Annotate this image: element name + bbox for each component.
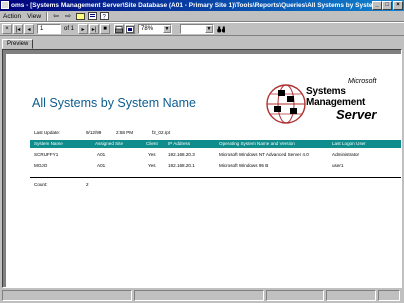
column-header-last-logon: Last Logon User	[332, 141, 366, 146]
cell-last-logon: user1	[332, 163, 344, 168]
chevron-down-icon[interactable]: ▼	[163, 25, 172, 33]
status-pane	[2, 290, 132, 301]
report-filename: f2_02.rpt	[152, 130, 171, 135]
column-header-system-name: System Name	[34, 141, 63, 146]
search-select[interactable]: ▼	[180, 24, 215, 34]
previous-page-icon[interactable]: ◂	[24, 24, 34, 34]
menu-action[interactable]: Action	[0, 11, 24, 22]
next-page-icon[interactable]: ▸	[78, 24, 89, 34]
cell-ip-address: 192.168.20.3	[168, 152, 195, 157]
help-icon[interactable]: ?	[99, 12, 109, 21]
menu-bar: Action View ⇦ ⇨ ?	[0, 11, 404, 22]
forward-arrow-icon[interactable]: ⇨	[63, 12, 73, 21]
globe-logo-icon	[266, 84, 306, 124]
zoom-value: 78%	[141, 26, 154, 32]
up-folder-icon[interactable]	[75, 12, 85, 21]
window-controls: _ □ ×	[372, 1, 403, 10]
sms-logo: Microsoft Systems Management Server	[262, 78, 400, 130]
export-icon[interactable]	[125, 24, 136, 34]
table-row: MOJO A01 Yes 192.168.20.1 Microsoft Wind…	[30, 161, 401, 171]
page-number-input[interactable]: 1	[37, 24, 61, 34]
last-update-label: Last Update:	[34, 130, 61, 135]
cell-system-name: SCRUFFY1	[34, 152, 59, 157]
column-header-assigned-site: Assigned Site	[95, 141, 124, 146]
cell-assigned-site: A01	[97, 152, 106, 157]
status-pane	[378, 290, 400, 301]
window-title: oms - [Systems Management Server\Site Da…	[11, 2, 373, 9]
column-header-client: Client	[146, 141, 158, 146]
print-icon[interactable]	[114, 24, 125, 34]
cell-ip-address: 192.168.20.1	[168, 163, 195, 168]
report-toolbar: × |◂ ◂ 1 of 1 ▸ ▸| ■ 78% ▼ ▼	[0, 22, 404, 36]
count-label: Count:	[34, 182, 48, 187]
report-title: All Systems by System Name	[32, 96, 196, 110]
chevron-down-icon[interactable]: ▼	[205, 25, 214, 33]
status-pane	[326, 290, 376, 301]
menu-view[interactable]: View	[24, 11, 44, 22]
logo-microsoft: Microsoft	[348, 78, 377, 85]
app-icon[interactable]	[1, 1, 9, 9]
stop-icon[interactable]: ■	[100, 24, 111, 34]
title-bar: oms - [Systems Management Server\Site Da…	[0, 0, 404, 11]
report-page: All Systems by System Name Microsoft Sys…	[6, 54, 401, 287]
cell-assigned-site: A01	[97, 163, 106, 168]
cell-client: Yes	[148, 152, 156, 157]
last-update-time: 2:58 PM	[116, 130, 134, 135]
zoom-select[interactable]: 78% ▼	[138, 24, 173, 34]
status-pane	[134, 290, 264, 301]
report-viewport[interactable]: All Systems by System Name Microsoft Sys…	[2, 49, 402, 288]
status-pane	[266, 290, 324, 301]
first-page-icon[interactable]: |◂	[13, 24, 23, 34]
last-update-date: 9/12/99	[86, 130, 102, 135]
cell-last-logon: Administrator	[332, 152, 360, 157]
table-header: System Name Assigned Site Client IP Addr…	[30, 140, 401, 148]
table-row: SCRUFFY1 A01 Yes 192.168.20.3 Microsoft …	[30, 150, 401, 160]
logo-line1: Systems	[306, 86, 346, 97]
binoculars-icon[interactable]	[216, 24, 227, 34]
logo-line3: Server	[336, 107, 377, 122]
last-page-icon[interactable]: ▸|	[89, 24, 100, 34]
menu-separator	[46, 11, 49, 21]
page-count: of 1	[64, 26, 75, 32]
cell-client: Yes	[148, 163, 156, 168]
back-arrow-icon[interactable]: ⇦	[51, 12, 61, 21]
cell-os: Microsoft Windows 95 B	[219, 163, 269, 168]
column-header-ip-address: IP Address	[168, 141, 191, 146]
column-header-os: Operating System Name and Version	[219, 141, 295, 146]
status-bar	[0, 289, 404, 303]
cell-system-name: MOJO	[34, 163, 48, 168]
close-icon[interactable]: ×	[393, 1, 403, 10]
tab-preview[interactable]: Preview	[2, 39, 34, 49]
properties-icon[interactable]	[87, 12, 97, 21]
tab-strip: Preview	[0, 37, 404, 49]
count-value: 2	[86, 182, 89, 187]
table-divider	[30, 177, 401, 178]
maximize-icon[interactable]: □	[382, 1, 392, 10]
close-report-icon[interactable]: ×	[2, 24, 12, 34]
cell-os: Microsoft Windows NT Advanced Server 4.0	[219, 152, 309, 157]
minimize-icon[interactable]: _	[372, 1, 382, 10]
